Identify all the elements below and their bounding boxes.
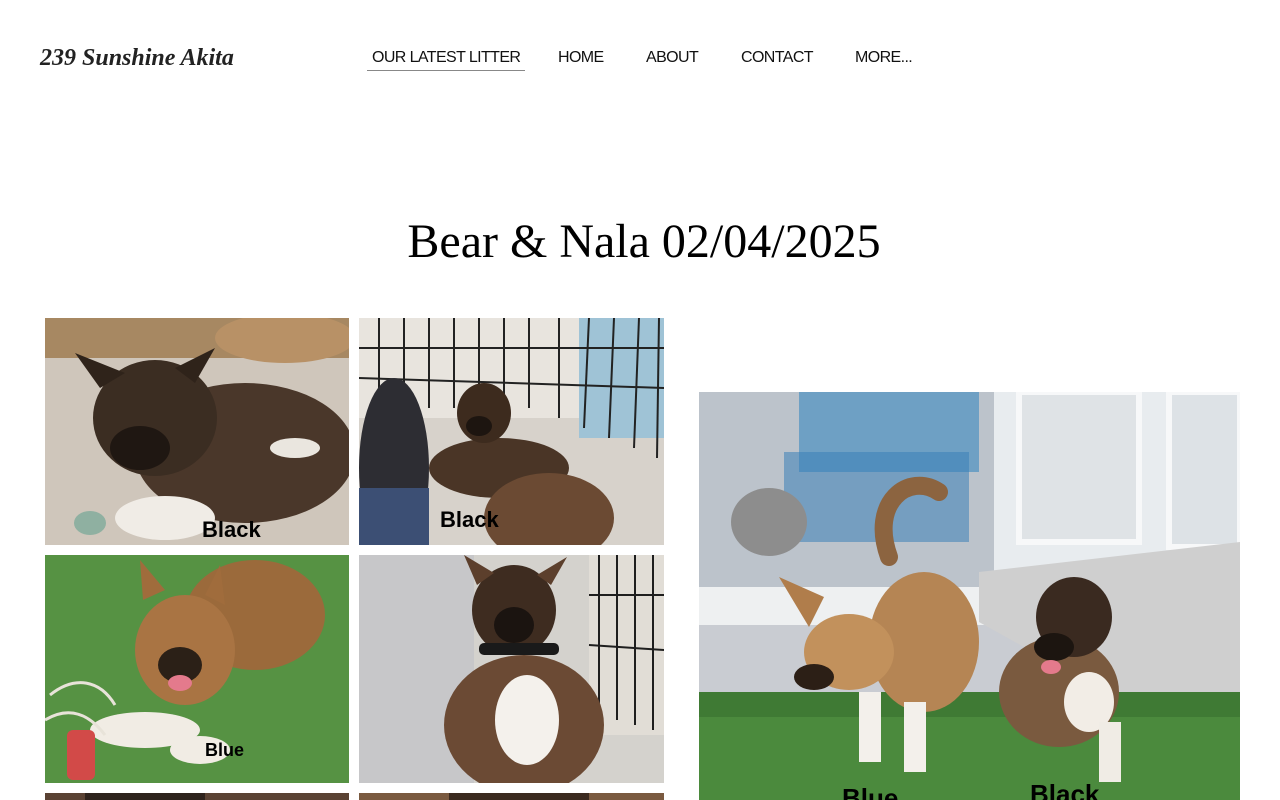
puppy-caption-2: Black xyxy=(440,507,499,532)
nav-about[interactable]: ABOUT xyxy=(646,49,699,70)
puppy-photo-1[interactable]: Black xyxy=(45,318,349,545)
puppy-photo-3[interactable]: Blue xyxy=(45,555,349,783)
nav-our-latest-litter[interactable]: OUR LATEST LITTER xyxy=(367,49,526,71)
nav-contact[interactable]: CONTACT xyxy=(741,49,814,70)
puppy-caption-1: Black xyxy=(202,517,261,542)
puppy-image-3 xyxy=(45,555,349,783)
nav-home[interactable]: HOME xyxy=(558,49,604,70)
puppy-caption-3: Blue xyxy=(205,740,245,760)
feature-puppy-image xyxy=(699,392,1240,800)
nav-more[interactable]: MORE... xyxy=(855,49,913,70)
feature-caption-black: Black xyxy=(1030,779,1100,800)
puppy-photo-2[interactable]: Black xyxy=(359,318,664,545)
puppy-photo-6[interactable] xyxy=(359,793,664,800)
puppy-image-1 xyxy=(45,318,349,545)
feature-caption-blue: Blue xyxy=(842,783,899,800)
puppy-image-2 xyxy=(359,318,664,545)
puppy-photo-5[interactable] xyxy=(45,793,349,800)
feature-puppy-photo[interactable]: Blue Black xyxy=(699,392,1240,800)
page-title: Bear & Nala 02/04/2025 xyxy=(407,215,881,268)
site-title[interactable]: 239 Sunshine Akita xyxy=(40,45,234,72)
puppy-image-5 xyxy=(45,793,349,800)
puppy-image-4 xyxy=(359,555,664,783)
puppy-photo-4[interactable] xyxy=(359,555,664,783)
puppy-image-6 xyxy=(359,793,664,800)
